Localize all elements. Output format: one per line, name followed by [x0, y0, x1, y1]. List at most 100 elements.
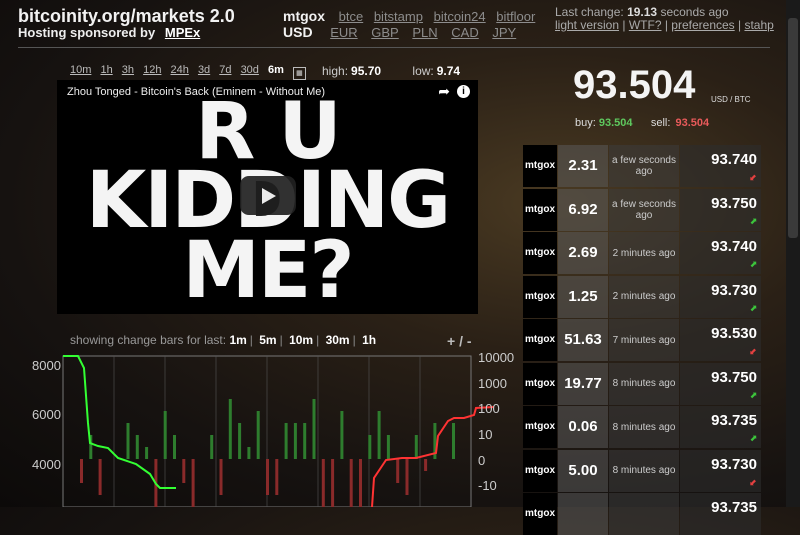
scrollbar-thumb[interactable]: [788, 18, 798, 238]
trade-exchange: mtgox: [523, 449, 557, 492]
right-axis-tick: 0: [478, 453, 485, 468]
trade-row: mtgox 5.00 8 minutes ago 93.730 ⬋: [523, 449, 761, 492]
currency-link-cad[interactable]: CAD: [451, 25, 478, 40]
change-bar: [414, 435, 418, 459]
trade-amount: 5.00: [558, 449, 608, 492]
trade-time: [609, 493, 679, 535]
change-bar: [312, 399, 316, 459]
trade-price: 93.750: [711, 194, 757, 212]
arrow-up-icon: ⬈: [749, 433, 757, 443]
sponsor-link[interactable]: MPEx: [165, 25, 200, 40]
currency-link-gbp[interactable]: GBP: [371, 25, 398, 40]
high-low-stats: high: 95.70 low: 9.74: [322, 64, 488, 78]
right-axis-tick: 1000: [478, 376, 507, 391]
trade-row: mtgox 1.25 2 minutes ago 93.730 ⬈: [523, 275, 761, 318]
trade-time: a few seconds ago: [609, 188, 679, 231]
trade-price-cell: 93.730 ⬈: [680, 275, 761, 318]
trade-time-text: 2 minutes ago: [612, 247, 676, 259]
exchange-link-bitstamp[interactable]: bitstamp: [374, 9, 423, 24]
trade-row: mtgox 2.31 a few seconds ago 93.740 ⬋: [523, 145, 761, 187]
wtf-link[interactable]: WTF?: [629, 18, 662, 32]
change-bars-1h[interactable]: 1h: [362, 333, 376, 347]
trade-amount: [558, 493, 608, 535]
trade-time-text: a few seconds ago: [612, 198, 676, 221]
trade-time: 8 minutes ago: [609, 362, 679, 405]
buy-label: buy:: [575, 117, 596, 129]
left-axis-tick: 6000: [32, 407, 61, 422]
change-bars-30m[interactable]: 30m: [326, 333, 350, 347]
range-3d[interactable]: 3d: [198, 64, 210, 76]
exchange-link-bitfloor[interactable]: bitfloor: [496, 9, 535, 24]
range-12h[interactable]: 12h: [143, 64, 161, 76]
sell-price: 93.504: [675, 117, 710, 129]
trade-price-cell: 93.750 ⬈: [680, 188, 761, 231]
change-bar: [321, 459, 325, 507]
right-axis-tick: 100: [478, 401, 500, 416]
zoom-controls: + / -: [447, 333, 472, 349]
currency-link-eur[interactable]: EUR: [330, 25, 357, 40]
currency-link-pln[interactable]: PLN: [412, 25, 437, 40]
exchange-active: mtgox: [283, 8, 325, 24]
last-change-status: Last change: 19.13 seconds ago: [555, 5, 729, 19]
change-bar: [266, 459, 269, 495]
change-bar: [191, 459, 195, 507]
info-icon[interactable]: i: [457, 85, 470, 98]
change-bars-selector: showing change bars for last: 1m | 5m | 10…: [70, 333, 377, 347]
stahp-link[interactable]: stahp: [744, 18, 773, 32]
depth-chart[interactable]: 8000 6000 4000 10000 1000 100 10 0 -10: [18, 348, 518, 507]
left-axis-tick: 8000: [32, 358, 61, 373]
change-bars: [80, 399, 455, 507]
trade-time: 2 minutes ago: [609, 232, 679, 274]
high-label: high:: [322, 64, 349, 78]
calendar-icon[interactable]: ▦: [292, 67, 306, 80]
low-label: low:: [412, 64, 434, 78]
change-bars-1m[interactable]: 1m: [229, 333, 246, 347]
change-bar: [80, 459, 83, 483]
range-1h[interactable]: 1h: [100, 64, 112, 76]
scrollbar[interactable]: [786, 0, 800, 507]
current-price: 93.504: [573, 63, 696, 107]
trade-price: 93.730: [711, 455, 757, 473]
share-icon[interactable]: ➦: [438, 83, 450, 100]
play-button[interactable]: [240, 176, 296, 215]
light-version-link[interactable]: light version: [555, 18, 619, 32]
range-10m[interactable]: 10m: [70, 64, 91, 76]
change-bar: [396, 459, 400, 483]
change-bar: [359, 459, 362, 507]
trade-price-cell: 93.730 ⬋: [680, 449, 761, 492]
trade-exchange: mtgox: [523, 493, 557, 535]
range-3h[interactable]: 3h: [122, 64, 134, 76]
change-bar: [182, 459, 186, 483]
change-bar: [405, 459, 409, 495]
change-bar: [98, 459, 102, 495]
range-6m[interactable]: 6m: [268, 64, 284, 76]
zoom-out-button[interactable]: -: [467, 333, 472, 349]
change-bars-label: showing change bars for last:: [70, 333, 227, 347]
zoom-in-button[interactable]: +: [447, 333, 455, 349]
exchange-link-bitcoin24[interactable]: bitcoin24: [434, 9, 486, 24]
change-bar: [424, 459, 428, 471]
trade-amount: 0.06: [558, 406, 608, 448]
trade-time: 8 minutes ago: [609, 406, 679, 448]
arrow-down-icon: ⬋: [749, 346, 757, 356]
range-7d[interactable]: 7d: [219, 64, 231, 76]
trade-price: 93.530: [711, 325, 757, 342]
range-24h[interactable]: 24h: [171, 64, 189, 76]
site-title[interactable]: bitcoinity.org/markets 2.0: [18, 6, 235, 27]
depth-ask-line: [371, 406, 495, 507]
change-bars-10m[interactable]: 10m: [289, 333, 313, 347]
trade-price-cell: 93.530 ⬋: [680, 319, 761, 361]
preferences-link[interactable]: preferences: [671, 18, 734, 32]
trade-price: 93.735: [711, 499, 757, 516]
change-bar: [163, 411, 167, 459]
currency-link-jpy[interactable]: JPY: [492, 25, 516, 40]
range-30d[interactable]: 30d: [241, 64, 259, 76]
video-text-line3: ME?: [182, 226, 354, 314]
video-player[interactable]: R U KIDDING ME? Zhou Tonged - Bitcoin's …: [57, 80, 478, 314]
exchange-link-btce[interactable]: btce: [339, 9, 364, 24]
video-title[interactable]: Zhou Tonged - Bitcoin's Back (Eminem - W…: [67, 86, 325, 98]
change-bars-5m[interactable]: 5m: [259, 333, 276, 347]
right-axis-tick: -10: [478, 478, 497, 493]
change-bar: [219, 459, 223, 495]
trade-row: mtgox 6.92 a few seconds ago 93.750 ⬈: [523, 188, 761, 231]
